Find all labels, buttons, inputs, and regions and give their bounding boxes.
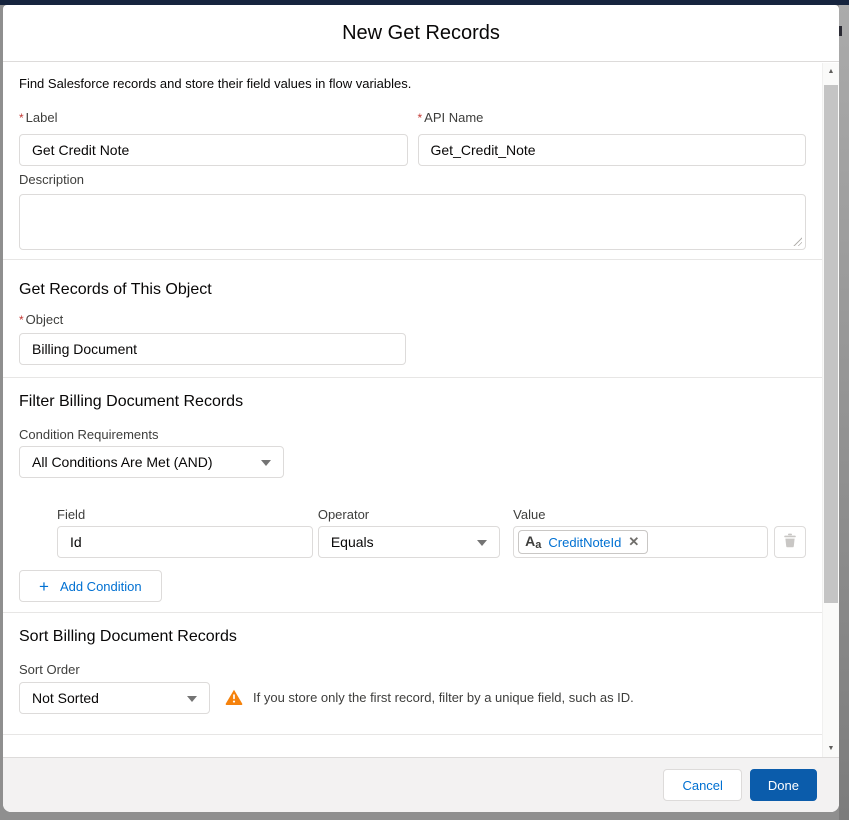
api-name-field-block: * API Name [417, 110, 806, 166]
done-button[interactable]: Done [749, 769, 817, 801]
warning-icon [225, 689, 243, 705]
page-title: New Get Records [342, 21, 500, 44]
sort-order-block: Sort Order Not Sorted [19, 662, 210, 714]
required-marker: * [19, 111, 24, 125]
chevron-down-icon [261, 460, 271, 466]
chevron-down-icon [477, 540, 488, 546]
plus-icon: + [39, 576, 49, 596]
description-textarea[interactable] [19, 194, 806, 250]
label-field-block: * Label [19, 110, 408, 166]
object-field-label: * Object [19, 312, 64, 327]
label-field-label: * Label [19, 110, 58, 125]
condition-operator-block: Operator Equals [317, 507, 501, 558]
condition-operator-dropdown[interactable]: Equals [317, 526, 501, 558]
new-get-records-modal: New Get Records Find Salesforce records … [3, 5, 839, 812]
chevron-down-icon [187, 696, 197, 702]
condition-field-input[interactable] [57, 526, 313, 558]
warning-text: If you store only the first record, filt… [253, 689, 634, 705]
scroll-down-icon[interactable]: ▼ [823, 740, 839, 757]
description-field-block: Description [19, 172, 806, 250]
section-sort: Sort Billing Document Records Sort Order… [3, 612, 822, 734]
section-object: Get Records of This Object * Object [3, 259, 822, 377]
condition-value-block: Value Aa CreditNoteId ✕ [513, 507, 768, 558]
sort-section-heading: Sort Billing Document Records [19, 628, 237, 645]
delete-condition-button[interactable] [773, 526, 806, 558]
scrollbar-thumb[interactable] [824, 85, 838, 603]
object-input[interactable] [19, 333, 406, 365]
vertical-scrollbar[interactable]: ▲ ▼ [822, 63, 839, 757]
required-marker: * [19, 313, 24, 327]
condition-requirements-dropdown[interactable]: All Conditions Are Met (AND) [19, 446, 284, 478]
filter-section-heading: Filter Billing Document Records [19, 393, 244, 410]
condition-requirements-block: Condition Requirements All Conditions Ar… [19, 427, 806, 478]
sort-order-dropdown[interactable]: Not Sorted [19, 682, 210, 714]
condition-operator-label: Operator [317, 507, 370, 522]
api-name-input[interactable] [417, 134, 806, 166]
sort-order-label: Sort Order [19, 662, 80, 677]
background-page-edge [839, 5, 849, 820]
description-field-label: Description [19, 172, 85, 187]
remove-pill-icon[interactable]: ✕ [628, 534, 639, 550]
trash-icon [783, 533, 797, 551]
object-field-block: * Object [19, 312, 806, 365]
value-pill[interactable]: Aa CreditNoteId ✕ [518, 530, 649, 554]
condition-field-label: Field [57, 507, 86, 522]
intro-text: Find Salesforce records and store their … [19, 76, 412, 91]
required-marker: * [417, 111, 423, 125]
condition-requirements-label: Condition Requirements [19, 427, 159, 442]
browser-top-strip [0, 0, 849, 5]
condition-value-label: Value [513, 507, 546, 522]
object-section-heading: Get Records of This Object [19, 281, 212, 298]
condition-row: Field Operator Equals Value [57, 507, 806, 558]
modal-body: Find Salesforce records and store their … [3, 63, 839, 757]
add-condition-button[interactable]: + Add Condition [19, 570, 162, 602]
cancel-button[interactable]: Cancel [663, 769, 742, 801]
text-type-icon: Aa [525, 533, 542, 551]
background-artifact [839, 26, 842, 36]
condition-field-block: Field [57, 507, 313, 558]
section-basics: Find Salesforce records and store their … [3, 63, 822, 259]
section-filter: Filter Billing Document Records Conditio… [3, 377, 822, 612]
scroll-up-icon[interactable]: ▲ [823, 63, 839, 80]
scroll-content: Find Salesforce records and store their … [3, 63, 822, 757]
value-pill-label: CreditNoteId [548, 534, 622, 550]
label-input[interactable] [19, 134, 408, 166]
modal-footer: Cancel Done [3, 757, 839, 812]
condition-value-combobox[interactable]: Aa CreditNoteId ✕ [513, 526, 768, 558]
modal-header: New Get Records [3, 5, 839, 62]
section-next-sliver [3, 734, 822, 752]
api-name-field-label: * API Name [417, 110, 484, 125]
sort-warning: If you store only the first record, filt… [225, 689, 634, 705]
